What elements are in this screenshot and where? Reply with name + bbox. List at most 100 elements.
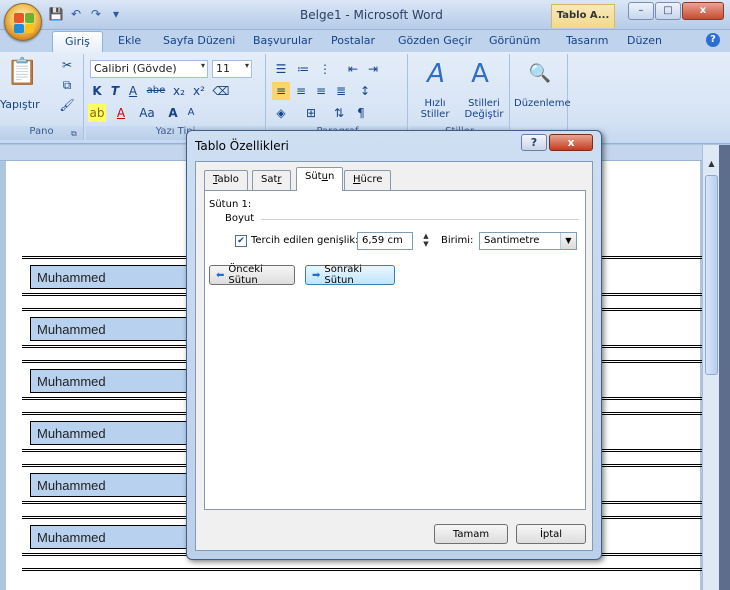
decrease-indent-icon[interactable]: ⇤ (344, 60, 362, 78)
font-size-combo[interactable]: 11 ▾ (212, 60, 252, 78)
shading-icon[interactable]: ◈ (272, 104, 290, 122)
multilevel-list-icon[interactable]: ⋮ (316, 60, 334, 78)
quick-styles-icon[interactable]: A (420, 58, 452, 90)
group-paragraph: ☰ ≔ ⋮ ⇤ ⇥ ≡ ≡ ≡ ≣ ↕ ◈ ⊞ ⇅ ¶ Paragraf ⧉ (268, 54, 408, 140)
table-cell[interactable]: Muhammed (30, 421, 190, 445)
subscript-button[interactable]: x₂ (170, 82, 188, 100)
tab-page-layout[interactable]: Sayfa Düzeni (163, 34, 235, 47)
save-icon[interactable]: 💾 (48, 6, 64, 22)
quick-access-toolbar: 💾 ↶ ↷ ▾ (48, 6, 124, 22)
unit-label: Birimi: (441, 235, 474, 246)
previous-column-label: Önceki Sütun (228, 264, 263, 286)
sort-icon[interactable]: ⇅ (330, 104, 348, 122)
redo-icon[interactable]: ↷ (88, 6, 104, 22)
close-button[interactable]: x (682, 2, 724, 20)
column-number-label: Sütun 1: (209, 199, 252, 210)
unit-select[interactable]: Santimetre ▼ (479, 232, 577, 250)
ok-button[interactable]: Tamam (434, 524, 508, 544)
find-icon[interactable]: 🔍 (524, 58, 556, 90)
numbering-icon[interactable]: ≔ (294, 60, 312, 78)
window-controls: – □ x (628, 2, 724, 20)
clear-formatting-icon[interactable]: ⌫ (212, 82, 230, 100)
align-center-icon[interactable]: ≡ (292, 82, 310, 100)
bullets-icon[interactable]: ☰ (272, 60, 290, 78)
preferred-width-label: Tercih edilen genişlik: (251, 235, 359, 246)
table-tools-context-title: Tablo A... (551, 4, 615, 28)
customize-qat-icon[interactable]: ▾ (108, 6, 124, 22)
undo-icon[interactable]: ↶ (68, 6, 84, 22)
borders-icon[interactable]: ⊞ (302, 104, 320, 122)
next-column-button[interactable]: ➡ Sonraki Sütun (305, 264, 395, 286)
tab-row[interactable]: Satr (252, 170, 291, 190)
tab-layout[interactable]: Düzen (627, 34, 662, 47)
office-button[interactable] (4, 3, 42, 41)
font-color-icon[interactable]: A (112, 104, 130, 122)
font-name-value: Calibri (Gövde) (94, 62, 177, 75)
table-cell[interactable]: Muhammed (30, 525, 190, 549)
window-edge (719, 145, 730, 590)
tab-insert[interactable]: Ekle (118, 34, 141, 47)
clipboard-launcher-icon[interactable]: ⧉ (71, 129, 81, 139)
vertical-scrollbar[interactable]: ▲ (702, 145, 719, 590)
font-size-value: 11 (216, 62, 230, 75)
dialog-help-button[interactable]: ? (521, 134, 547, 151)
grow-font-button[interactable]: A (164, 104, 182, 122)
title-bar: 💾 ↶ ↷ ▾ Belge1 - Microsoft Word Tablo A.… (0, 0, 730, 30)
scroll-thumb[interactable] (705, 175, 718, 375)
justify-icon[interactable]: ≣ (332, 82, 350, 100)
cancel-button[interactable]: İptal (516, 524, 586, 544)
tab-table[interactable]: Tablo (204, 170, 248, 190)
window-title: Belge1 - Microsoft Word (300, 8, 443, 22)
maximize-button[interactable]: □ (655, 2, 681, 20)
shrink-font-button[interactable]: A (182, 104, 200, 122)
show-formatting-button[interactable]: ¶ (352, 104, 370, 122)
tab-mailings[interactable]: Postalar (331, 34, 375, 47)
align-right-icon[interactable]: ≡ (312, 82, 330, 100)
table-cell[interactable]: Muhammed (30, 369, 190, 393)
tab-column[interactable]: Sütun (296, 167, 344, 191)
chevron-down-icon: ▼ (560, 233, 576, 249)
strikethrough-button[interactable]: abe (144, 82, 168, 100)
preferred-width-checkbox[interactable]: ✔ (235, 235, 247, 247)
group-editing: 🔍 Düzenleme (512, 54, 571, 140)
arrow-left-icon: ⬅ (216, 269, 225, 281)
tab-review[interactable]: Gözden Geçir (398, 34, 472, 47)
change-styles-icon[interactable]: A (464, 58, 496, 90)
editing-button[interactable]: Düzenleme (514, 98, 571, 109)
tab-cell[interactable]: Hücre (344, 170, 392, 190)
preferred-width-input[interactable]: 6,59 cm (357, 232, 413, 250)
font-name-combo[interactable]: Calibri (Gövde) ▾ (90, 60, 208, 78)
dialog-title: Tablo Özellikleri (195, 139, 289, 153)
copy-icon[interactable]: ⧉ (58, 76, 76, 94)
previous-column-button[interactable]: ⬅ Önceki Sütun (209, 264, 295, 286)
line-spacing-icon[interactable]: ↕ (356, 82, 374, 100)
paste-icon[interactable]: 📋 (6, 56, 38, 88)
italic-button[interactable]: T (106, 82, 124, 100)
table-cell[interactable]: Muhammed (30, 265, 190, 289)
tab-design[interactable]: Tasarım (566, 34, 608, 47)
table-cell[interactable]: Muhammed (30, 317, 190, 341)
align-left-icon[interactable]: ≡ (272, 82, 290, 100)
tab-home[interactable]: Giriş (52, 31, 103, 53)
minimize-button[interactable]: – (628, 2, 654, 20)
paste-button[interactable]: Yapıştır (0, 98, 40, 111)
help-icon[interactable]: ? (706, 33, 720, 47)
tab-references[interactable]: Başvurular (253, 34, 312, 47)
format-painter-icon[interactable]: 🖌 (58, 96, 76, 114)
change-styles-button[interactable]: Stilleri Değiştir (458, 98, 510, 120)
cut-icon[interactable]: ✂ (58, 56, 76, 74)
superscript-button[interactable]: x² (190, 82, 208, 100)
bold-button[interactable]: K (88, 82, 106, 100)
group-styles: A A Hızlı Stiller Stilleri Değiştir Stil… (410, 54, 510, 140)
change-case-button[interactable]: Aa (136, 104, 158, 122)
increase-indent-icon[interactable]: ⇥ (364, 60, 382, 78)
underline-button[interactable]: A (124, 82, 142, 100)
scroll-up-icon[interactable]: ▲ (705, 159, 718, 171)
table-cell[interactable]: Muhammed (30, 473, 190, 497)
width-spinner[interactable]: ▲ ▼ (419, 232, 433, 250)
dialog-close-button[interactable]: x (549, 134, 593, 151)
highlight-icon[interactable]: ab (88, 104, 106, 122)
quick-styles-button[interactable]: Hızlı Stiller (412, 98, 458, 120)
next-column-label: Sonraki Sütun (324, 264, 363, 286)
tab-view[interactable]: Görünüm (489, 34, 540, 47)
